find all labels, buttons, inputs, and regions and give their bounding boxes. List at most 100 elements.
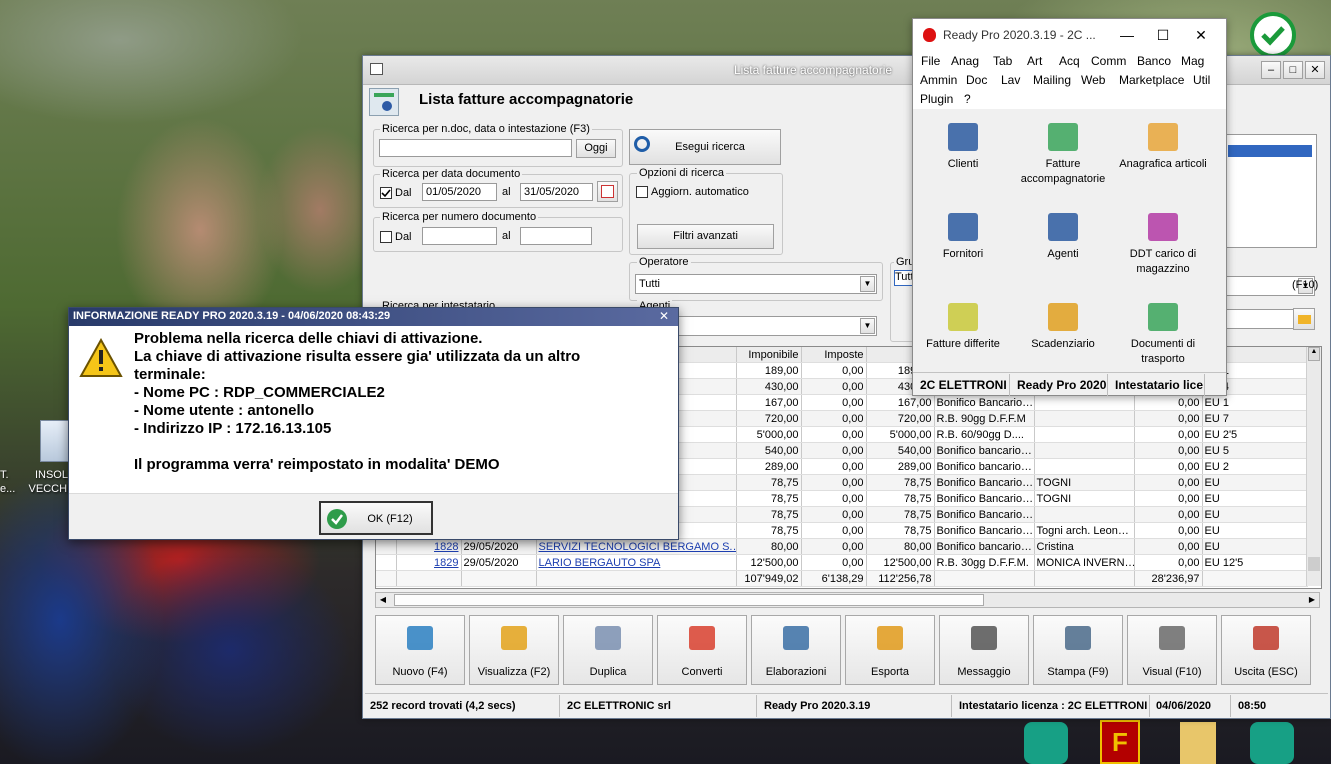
chevron-down-icon[interactable]: ▼ bbox=[860, 276, 875, 292]
toolbar-label: Stampa (F9) bbox=[1047, 666, 1109, 678]
launcher-titlebar: Ready Pro 2020.3.19 - 2C ... — ☐ ✕ bbox=[913, 19, 1226, 51]
cell-extra: 0,00 bbox=[1134, 426, 1203, 443]
menu-item-lav[interactable]: Lav bbox=[1001, 73, 1020, 87]
today-button[interactable]: Oggi bbox=[576, 139, 616, 158]
cell-pagamento: Bonifico Bancario… bbox=[934, 506, 1035, 523]
minimize-button[interactable]: – bbox=[1261, 61, 1281, 79]
search-input[interactable] bbox=[379, 139, 572, 157]
date-to-input[interactable]: 31/05/2020 bbox=[520, 183, 593, 201]
maximize-button[interactable]: □ bbox=[1283, 61, 1303, 79]
folder-icon[interactable] bbox=[1180, 722, 1216, 764]
search-group-label: Ricerca per n.doc, data o intestazione (… bbox=[380, 123, 592, 135]
menu-item-doc[interactable]: Doc bbox=[966, 73, 987, 87]
menu-item-acq[interactable]: Acq bbox=[1059, 54, 1080, 68]
folder-icon[interactable] bbox=[1293, 308, 1315, 330]
cell-imposte: 0,00 bbox=[801, 490, 867, 507]
menu-item-comm[interactable]: Comm bbox=[1091, 54, 1126, 68]
coins-icon bbox=[1048, 303, 1078, 331]
cell-imposte: 0,00 bbox=[801, 442, 867, 459]
converti-button[interactable]: Converti bbox=[657, 615, 747, 685]
operator-value: Tutti bbox=[639, 278, 660, 290]
tile-label: Agenti bbox=[1047, 248, 1079, 260]
number-search-checkbox[interactable] bbox=[380, 231, 392, 243]
menu-item--[interactable]: ? bbox=[964, 92, 971, 106]
nuovo-button[interactable]: Nuovo (F4) bbox=[375, 615, 465, 685]
maximize-button[interactable]: ☐ bbox=[1145, 23, 1181, 47]
clients-icon bbox=[948, 123, 978, 151]
date-search-checkbox[interactable] bbox=[380, 187, 392, 199]
operator-select[interactable]: Tutti ▼ bbox=[635, 274, 877, 294]
run-search-button[interactable]: Esegui ricerca bbox=[629, 129, 781, 165]
tile-label: Fornitori bbox=[942, 248, 984, 260]
printer-icon bbox=[1065, 626, 1091, 650]
number-from-input[interactable] bbox=[422, 227, 497, 245]
cell-imponibile: 78,75 bbox=[736, 522, 802, 539]
menu-item-anag[interactable]: Anag bbox=[951, 54, 979, 68]
menu-item-util[interactable]: Util bbox=[1193, 73, 1210, 87]
close-icon[interactable]: ✕ bbox=[659, 309, 669, 323]
check-icon[interactable] bbox=[1250, 12, 1296, 58]
close-button[interactable]: ✕ bbox=[1183, 23, 1219, 47]
grid-totals-row: 107'949,02 6'138,29 112'256,78 28'236,97 bbox=[376, 570, 1308, 587]
filezilla-icon[interactable]: F bbox=[1100, 720, 1140, 764]
calendar-icon[interactable] bbox=[597, 181, 618, 202]
right-list[interactable] bbox=[1225, 134, 1317, 248]
stampa-button[interactable]: Stampa (F9) bbox=[1033, 615, 1123, 685]
duplica-button[interactable]: Duplica bbox=[563, 615, 653, 685]
number-from-label: Dal bbox=[395, 231, 412, 243]
chevron-down-icon[interactable]: ▼ bbox=[860, 318, 875, 334]
menu-item-mailing[interactable]: Mailing bbox=[1033, 73, 1071, 87]
message-pen-icon bbox=[971, 626, 997, 650]
close-button[interactable]: ✕ bbox=[1305, 61, 1325, 79]
horizontal-scrollbar[interactable]: ◀ ▶ bbox=[375, 592, 1320, 608]
window-icon bbox=[370, 63, 383, 75]
cell-num[interactable]: 1829 bbox=[396, 554, 462, 571]
status-company: 2C ELETTRONIC srl bbox=[562, 695, 757, 717]
cell-totale: 720,00 bbox=[866, 410, 935, 427]
menu-item-banco[interactable]: Banco bbox=[1137, 54, 1171, 68]
cell-extra: 0,00 bbox=[1134, 554, 1203, 571]
table-row[interactable]: 1828 29/05/2020 SERVIZI TECNOLOGICI BERGAM… bbox=[376, 538, 1308, 555]
cell-pagamento: R.B. 90gg D.F.F.M bbox=[934, 410, 1035, 427]
visualizza-button[interactable]: Visualizza (F2) bbox=[469, 615, 559, 685]
dialog-message: Problema nella ricerca delle chiavi di a… bbox=[134, 330, 654, 474]
uscita-button[interactable]: Uscita (ESC) bbox=[1221, 615, 1311, 685]
number-to-input[interactable] bbox=[520, 227, 592, 245]
convert-icon bbox=[689, 626, 715, 650]
table-row[interactable]: 1829 29/05/2020 LARIO BERGAUTO SPA 12'500,0… bbox=[376, 554, 1308, 571]
col-header[interactable]: Imponibile bbox=[736, 347, 802, 363]
menu-item-mag[interactable]: Mag bbox=[1181, 54, 1204, 68]
cell-client[interactable]: SERVIZI TECNOLOGICI BERGAMO S.… bbox=[536, 538, 737, 555]
cell-extra: 0,00 bbox=[1134, 506, 1203, 523]
export-database-icon bbox=[877, 626, 903, 650]
desktop-icon-label[interactable]: T. e... bbox=[0, 468, 24, 496]
auto-update-checkbox[interactable] bbox=[636, 186, 648, 198]
cell-dare: EU bbox=[1202, 474, 1308, 491]
menu-item-marketplace[interactable]: Marketplace bbox=[1119, 73, 1184, 87]
messaggio-button[interactable]: Messaggio bbox=[939, 615, 1029, 685]
minimize-button[interactable]: — bbox=[1109, 23, 1145, 47]
advanced-filters-button[interactable]: Filtri avanzati bbox=[637, 224, 774, 249]
menu-item-plugin[interactable]: Plugin bbox=[920, 92, 953, 106]
menu-item-file[interactable]: File bbox=[921, 54, 940, 68]
menu-item-tab[interactable]: Tab bbox=[993, 54, 1012, 68]
key-app-icon[interactable] bbox=[1250, 722, 1294, 764]
ok-button[interactable]: OK (F12) bbox=[319, 501, 433, 535]
date-from-input[interactable]: 01/05/2020 bbox=[422, 183, 497, 201]
cell-dare: EU 7 bbox=[1202, 410, 1308, 427]
deferred-invoice-icon bbox=[948, 303, 978, 331]
menu-item-ammin[interactable]: Ammin bbox=[920, 73, 957, 87]
vertical-scrollbar[interactable]: ▲ bbox=[1306, 347, 1321, 586]
esporta-button[interactable]: Esporta bbox=[845, 615, 935, 685]
elaborazioni-button[interactable]: Elaborazioni bbox=[751, 615, 841, 685]
menu-item-web[interactable]: Web bbox=[1081, 73, 1105, 87]
cell-totale: 78,75 bbox=[866, 506, 935, 523]
col-header[interactable]: Imposte bbox=[801, 347, 867, 363]
cell-num[interactable]: 1828 bbox=[396, 538, 462, 555]
cell-dare: EU 2'5 bbox=[1202, 426, 1308, 443]
visual-button[interactable]: Visual (F10) bbox=[1127, 615, 1217, 685]
toolbar-label: Converti bbox=[681, 666, 723, 678]
card-app-icon[interactable] bbox=[1024, 722, 1068, 764]
menu-item-art[interactable]: Art bbox=[1027, 54, 1042, 68]
cell-client[interactable]: LARIO BERGAUTO SPA bbox=[536, 554, 737, 571]
